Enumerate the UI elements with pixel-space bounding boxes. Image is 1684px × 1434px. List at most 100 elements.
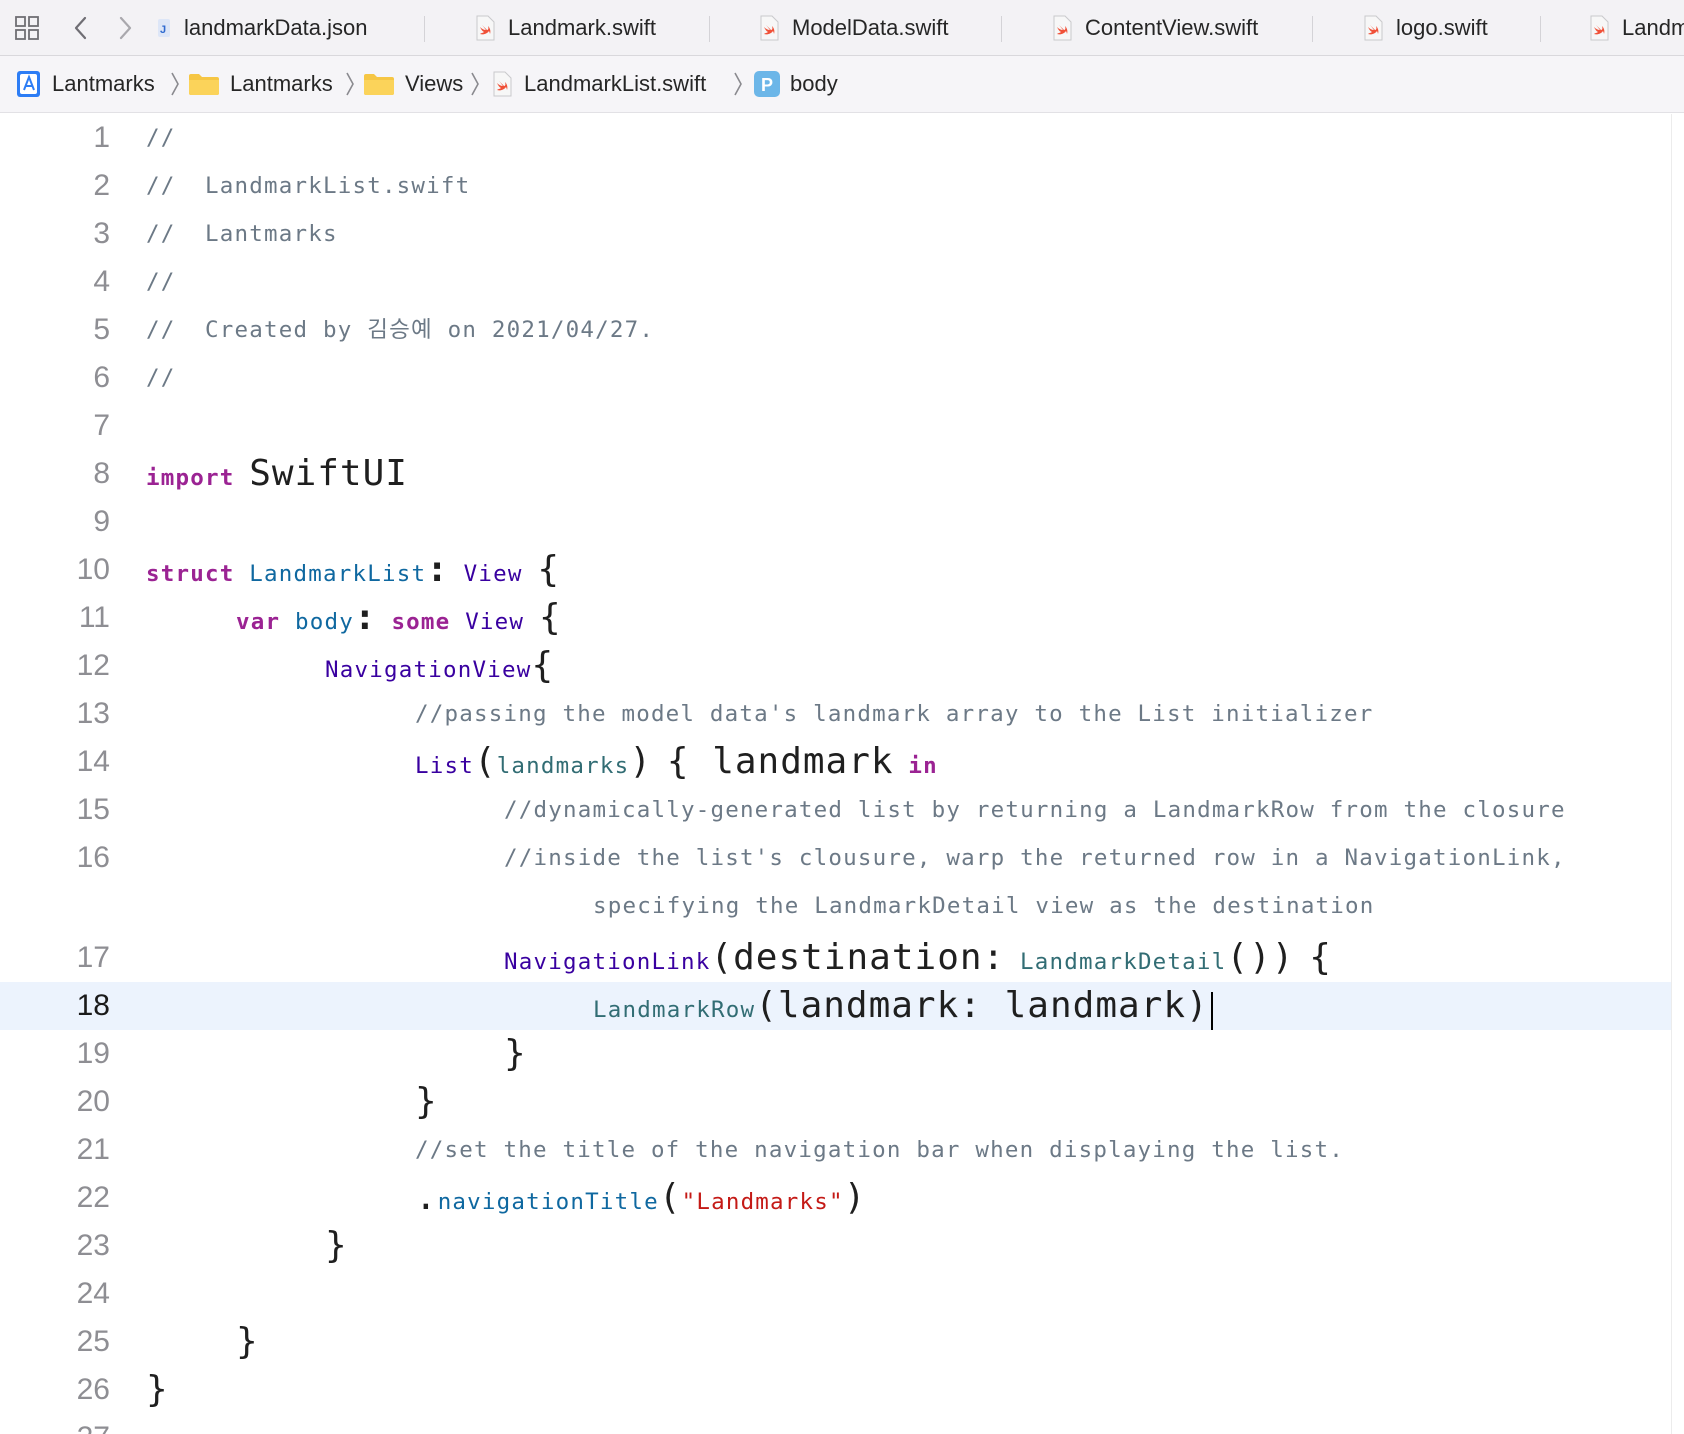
line-number: 24 xyxy=(76,1277,110,1310)
line-number: 6 xyxy=(93,361,110,394)
line-number: 18 xyxy=(76,989,110,1022)
code-token: { xyxy=(537,549,561,590)
code-line[interactable]: // Created by 김승예 on 2021/04/27. xyxy=(146,308,654,352)
line-number: 17 xyxy=(76,941,110,974)
code-line[interactable]: var body: some View { xyxy=(236,596,562,640)
code-token: SwiftUI xyxy=(249,453,408,494)
breadcrumb-symbol-body[interactable]: P body xyxy=(754,56,838,112)
code-line[interactable]: } xyxy=(415,1080,438,1124)
code-line[interactable]: List(landmarks) { landmark in xyxy=(415,740,938,784)
tab-contentview-swift[interactable]: ContentView.swift xyxy=(1051,0,1258,55)
line-number: 13 xyxy=(76,697,110,730)
code-line[interactable]: //dynamically-generated list by returnin… xyxy=(504,788,1566,832)
code-line[interactable]: import SwiftUI xyxy=(146,452,408,496)
source-editor[interactable]: 1 // 2 // LandmarkList.swift 3 // Lantmarks 4 /… xyxy=(0,114,1684,1434)
tab-landmark-swift[interactable]: Landmark.swift xyxy=(474,0,656,55)
line-number: 1 xyxy=(93,121,110,154)
code-token: // xyxy=(146,269,176,295)
code-line[interactable]: .navigationTitle("Landmarks") xyxy=(415,1176,866,1220)
json-file-icon: J xyxy=(158,16,172,40)
code-token: // xyxy=(146,365,176,391)
code-token: LandmarkRow xyxy=(593,997,756,1023)
code-line[interactable]: //set the title of the navigation bar wh… xyxy=(415,1128,1344,1172)
line-number: 22 xyxy=(76,1181,110,1214)
code-line[interactable]: } xyxy=(146,1368,169,1412)
code-token: var xyxy=(236,609,281,635)
code-line[interactable]: // xyxy=(146,356,176,400)
code-token: NavigationView xyxy=(325,657,532,683)
editor-scroll-edge[interactable] xyxy=(1671,114,1684,1434)
breadcrumb-group-views[interactable]: Views xyxy=(363,56,463,112)
breadcrumb-group-lantmarks[interactable]: Lantmarks xyxy=(188,56,333,112)
code-token: } xyxy=(146,1369,169,1410)
code-line[interactable]: } xyxy=(236,1320,259,1364)
code-token: { xyxy=(538,597,562,638)
jump-bar-breadcrumb: Lantmarks Lantmarks Views LandmarkList.s… xyxy=(0,56,1684,113)
line-number: 4 xyxy=(93,265,110,298)
svg-text:J: J xyxy=(160,24,166,36)
breadcrumb-chevron-icon xyxy=(470,56,480,112)
tab-divider xyxy=(1312,16,1313,42)
related-items-grid-icon[interactable] xyxy=(12,0,42,55)
breadcrumb-label: Views xyxy=(405,71,464,96)
line-number: 8 xyxy=(93,457,110,490)
tab-divider xyxy=(424,16,425,42)
code-token: // LandmarkList.swift xyxy=(146,173,471,199)
swift-file-icon xyxy=(1362,15,1384,41)
code-token: some xyxy=(391,609,451,635)
breadcrumb-label: body xyxy=(790,71,838,96)
code-token: //inside the list's clousure, warp the r… xyxy=(504,845,1566,871)
svg-text:P: P xyxy=(761,75,773,95)
tab-logo-swift[interactable]: logo.swift xyxy=(1362,0,1488,55)
breadcrumb-chevron-icon xyxy=(345,56,355,112)
breadcrumb-label: LandmarkList.swift xyxy=(524,71,707,96)
forward-chevron-icon[interactable] xyxy=(110,0,140,55)
back-chevron-icon[interactable] xyxy=(66,0,96,55)
code-line[interactable]: LandmarkRow(landmark: landmark) xyxy=(593,984,1213,1030)
breadcrumb-project[interactable]: Lantmarks xyxy=(16,56,155,112)
code-line[interactable]: struct LandmarkList: View { xyxy=(146,548,560,592)
code-line[interactable]: NavigationLink(destination: LandmarkDeta… xyxy=(504,936,1332,980)
code-token: ()) xyxy=(1226,937,1295,978)
code-token: LandmarkList xyxy=(249,561,427,587)
tab-modeldata-swift[interactable]: ModelData.swift xyxy=(758,0,949,55)
code-line[interactable]: // Lantmarks xyxy=(146,212,338,256)
code-token: { landmark xyxy=(666,741,894,782)
line-number: 16 xyxy=(76,841,110,874)
swift-file-icon xyxy=(758,15,780,41)
code-line[interactable]: //inside the list's clousure, warp the r… xyxy=(504,836,1566,880)
code-token: } xyxy=(415,1081,438,1122)
code-line[interactable]: NavigationView{ xyxy=(325,644,554,688)
code-token: : xyxy=(354,597,377,638)
breadcrumb-file[interactable]: LandmarkList.swift xyxy=(490,56,706,112)
property-icon: P xyxy=(754,71,780,97)
line-number: 20 xyxy=(76,1085,110,1118)
code-token: //set the title of the navigation bar wh… xyxy=(415,1137,1345,1163)
code-line[interactable]: } xyxy=(504,1032,527,1076)
code-line[interactable]: // LandmarkList.swift xyxy=(146,164,470,208)
code-token: } xyxy=(504,1033,527,1074)
tab-landmarkdata-json[interactable]: J landmarkData.json xyxy=(158,0,367,55)
breadcrumb-label: Lantmarks xyxy=(230,71,333,96)
code-line[interactable]: } xyxy=(325,1224,348,1268)
line-number: 23 xyxy=(76,1229,110,1262)
line-number: 2 xyxy=(93,169,110,202)
line-number: 9 xyxy=(93,505,110,538)
code-line[interactable]: // xyxy=(146,116,176,160)
code-line[interactable]: specifying the LandmarkDetail view as th… xyxy=(593,884,1375,928)
code-token: View xyxy=(465,609,525,635)
code-line[interactable]: //passing the model data's landmark arra… xyxy=(415,692,1374,736)
code-token: // xyxy=(146,125,176,151)
code-token: ( xyxy=(474,741,497,782)
tab-landmarklist-swift[interactable]: Landm xyxy=(1588,0,1684,55)
code-token: LandmarkDetail xyxy=(1019,949,1227,975)
code-line[interactable]: // xyxy=(146,260,176,304)
line-number: 26 xyxy=(76,1373,110,1406)
code-token: //dynamically-generated list by returnin… xyxy=(504,797,1566,823)
text-cursor xyxy=(1210,991,1213,1030)
